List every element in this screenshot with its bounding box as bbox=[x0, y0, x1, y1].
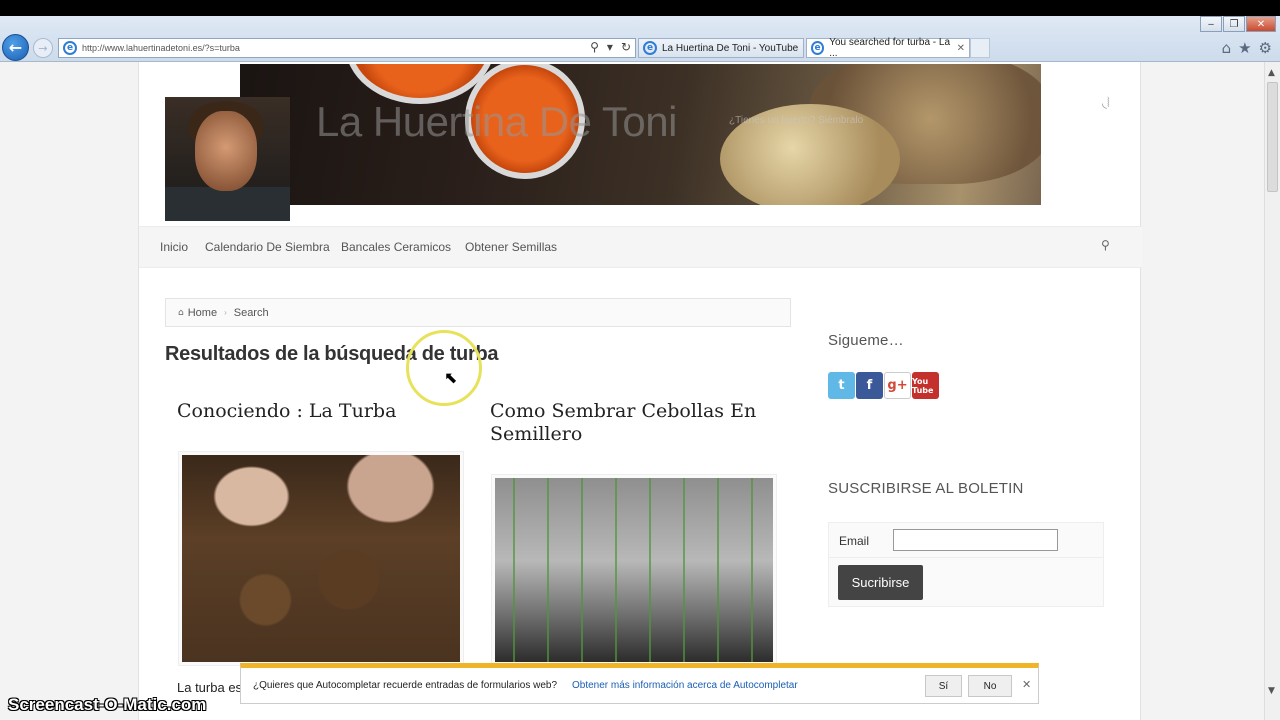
refresh-icon[interactable]: ↻ bbox=[621, 40, 631, 54]
search-icon[interactable]: ⚲ bbox=[590, 40, 599, 54]
url-text[interactable]: http://www.lahuertinadetoni.es/?s=turba bbox=[82, 43, 240, 53]
breadcrumb-current: Search bbox=[233, 306, 269, 319]
site-tagline: ¿Tienes un huerto? Siémbralo bbox=[729, 115, 864, 126]
new-tab-button[interactable] bbox=[970, 38, 990, 58]
favorites-star-icon[interactable]: ★ bbox=[1238, 39, 1251, 57]
post-thumbnail[interactable] bbox=[491, 474, 777, 666]
ie-page-icon: e bbox=[63, 41, 77, 55]
tab-close-icon[interactable]: ✕ bbox=[957, 43, 965, 54]
browser-toolbar-icons: ⌂ ★ ⚙ bbox=[1222, 39, 1272, 57]
autocomplete-no-button[interactable]: No bbox=[968, 675, 1012, 697]
main-nav: Inicio Calendario De Siembra Bancales Ce… bbox=[139, 226, 1142, 268]
nav-item-calendario[interactable]: Calendario De Siembra bbox=[205, 240, 330, 254]
home-icon: ⌂ bbox=[178, 307, 184, 318]
subscribe-button[interactable]: Sucribirse bbox=[838, 565, 923, 600]
autocomplete-notification: ¿Quieres que Autocompletar recuerde entr… bbox=[240, 663, 1039, 704]
watermark: Screencast-O-Matic.com bbox=[8, 695, 207, 714]
close-window-button[interactable]: ✕ bbox=[1246, 16, 1276, 32]
nav-item-semillas[interactable]: Obtener Semillas bbox=[465, 240, 557, 254]
address-tools: ⚲ ▾ ↻ bbox=[590, 40, 631, 54]
scroll-up-icon[interactable]: ▲ bbox=[1268, 68, 1275, 78]
home-icon[interactable]: ⌂ bbox=[1222, 39, 1232, 57]
mouse-cursor-icon: ⬉ bbox=[444, 368, 458, 387]
post-title[interactable]: Conociendo : La Turba bbox=[177, 400, 437, 423]
close-icon[interactable]: ✕ bbox=[1022, 678, 1031, 691]
nav-item-inicio[interactable]: Inicio bbox=[160, 240, 188, 254]
address-bar[interactable]: e http://www.lahuertinadetoni.es/?s=turb… bbox=[58, 38, 636, 58]
facebook-icon[interactable]: f bbox=[856, 372, 883, 399]
twitter-icon[interactable]: t bbox=[828, 372, 855, 399]
post-excerpt: La turba es bbox=[177, 680, 243, 695]
email-field[interactable] bbox=[893, 529, 1058, 551]
post-title[interactable]: Como Sembrar Cebollas En Semillero bbox=[490, 400, 770, 446]
search-icon[interactable]: ⚲ bbox=[1101, 238, 1110, 252]
post-thumbnail[interactable] bbox=[178, 451, 464, 666]
rss-icon[interactable]: ◟⦚ bbox=[1102, 96, 1110, 111]
tab-search[interactable]: e You searched for turba - La ... ✕ bbox=[806, 37, 970, 59]
breadcrumb-home[interactable]: Home bbox=[188, 307, 217, 319]
site-title[interactable]: La Huertina De Toni bbox=[316, 98, 677, 146]
newsletter-form: Email Sucribirse bbox=[828, 522, 1104, 607]
avatar bbox=[165, 97, 290, 221]
top-black-bar bbox=[0, 0, 1280, 16]
ie-tab-icon: e bbox=[643, 41, 657, 55]
social-icons: t f g+ You Tube bbox=[828, 372, 939, 399]
dropdown-icon[interactable]: ▾ bbox=[607, 40, 613, 54]
minimize-button[interactable]: ‒ bbox=[1200, 16, 1222, 32]
tab-youtube[interactable]: e La Huertina De Toni - YouTube bbox=[638, 38, 804, 58]
page-viewport: La Huertina De Toni ¿Tienes un huerto? S… bbox=[0, 62, 1264, 720]
scroll-thumb[interactable] bbox=[1267, 82, 1278, 192]
page-content: La Huertina De Toni ¿Tienes un huerto? S… bbox=[138, 62, 1142, 720]
email-label: Email bbox=[839, 534, 870, 548]
restore-button[interactable]: ❐ bbox=[1223, 16, 1245, 32]
autocomplete-yes-button[interactable]: Sí bbox=[925, 675, 962, 697]
breadcrumb: ⌂ Home › Search bbox=[165, 298, 791, 327]
autocomplete-question: ¿Quieres que Autocompletar recuerde entr… bbox=[253, 680, 558, 691]
tab-label: You searched for turba - La ... bbox=[829, 37, 951, 59]
autocomplete-more-link[interactable]: Obtener más información acerca de Autoco… bbox=[572, 680, 798, 691]
follow-heading: Sigueme… bbox=[828, 332, 904, 349]
breadcrumb-separator: › bbox=[224, 308, 227, 317]
window-controls: ‒ ❐ ✕ bbox=[1200, 16, 1276, 32]
scroll-down-icon[interactable]: ▼ bbox=[1268, 686, 1275, 696]
newsletter-heading: SUSCRIBIRSE AL BOLETIN bbox=[828, 480, 1024, 497]
browser-chrome: ‒ ❐ ✕ ← → e http://www.lahuertinadetoni.… bbox=[0, 16, 1280, 62]
ie-tab-icon: e bbox=[811, 41, 825, 55]
vertical-scrollbar[interactable]: ▲ ▼ bbox=[1264, 62, 1280, 720]
settings-gear-icon[interactable]: ⚙ bbox=[1259, 39, 1272, 57]
back-arrow-icon[interactable]: ← bbox=[2, 34, 29, 61]
youtube-icon[interactable]: You Tube bbox=[912, 372, 939, 399]
google-plus-icon[interactable]: g+ bbox=[884, 372, 911, 399]
tab-label: La Huertina De Toni - YouTube bbox=[662, 42, 799, 54]
nav-item-bancales[interactable]: Bancales Ceramicos bbox=[341, 240, 451, 254]
forward-arrow-icon[interactable]: → bbox=[33, 38, 53, 58]
